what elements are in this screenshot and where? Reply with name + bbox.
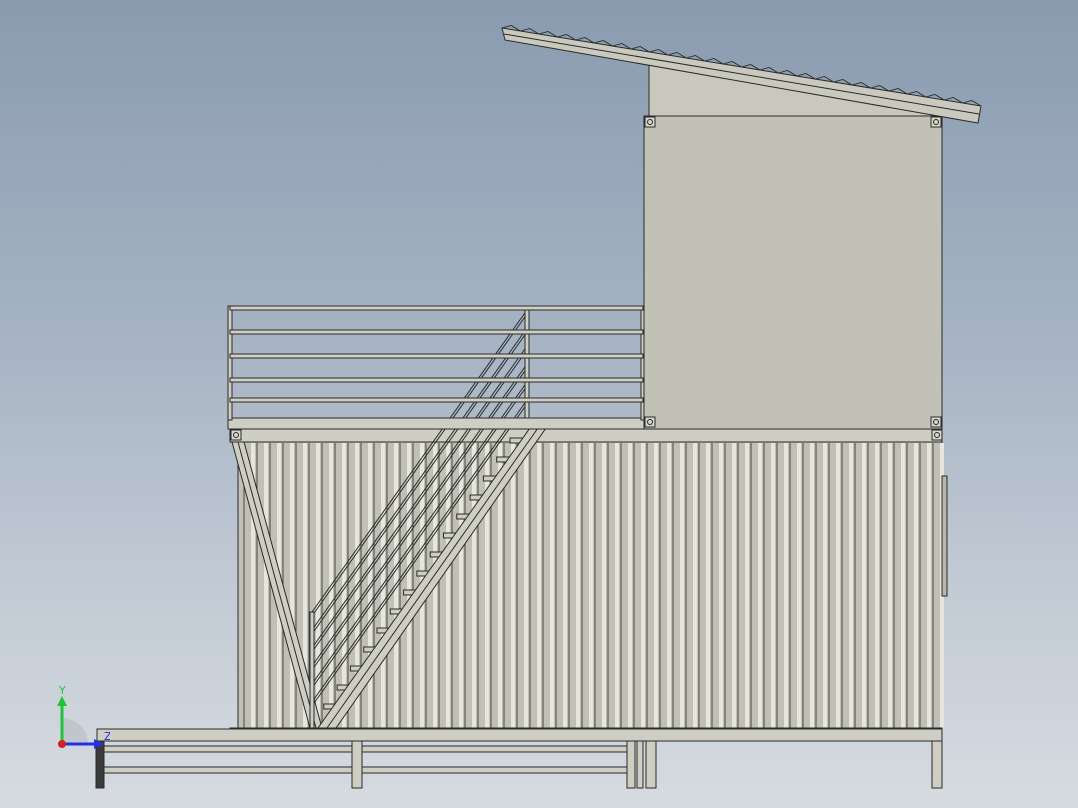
axis-triad: Y Z [57,684,110,749]
cad-viewport[interactable]: Y Z [0,0,1078,808]
z-axis-label: Z [104,730,110,743]
upper-cabin [643,63,945,430]
platform-railing [227,305,647,430]
railing-bars [229,305,644,403]
ground-deck-fence [95,728,943,789]
container-lower-level [229,427,948,741]
container-house-model[interactable] [0,0,1078,808]
x-axis-dot [58,740,66,748]
y-axis-label: Y [58,684,66,697]
